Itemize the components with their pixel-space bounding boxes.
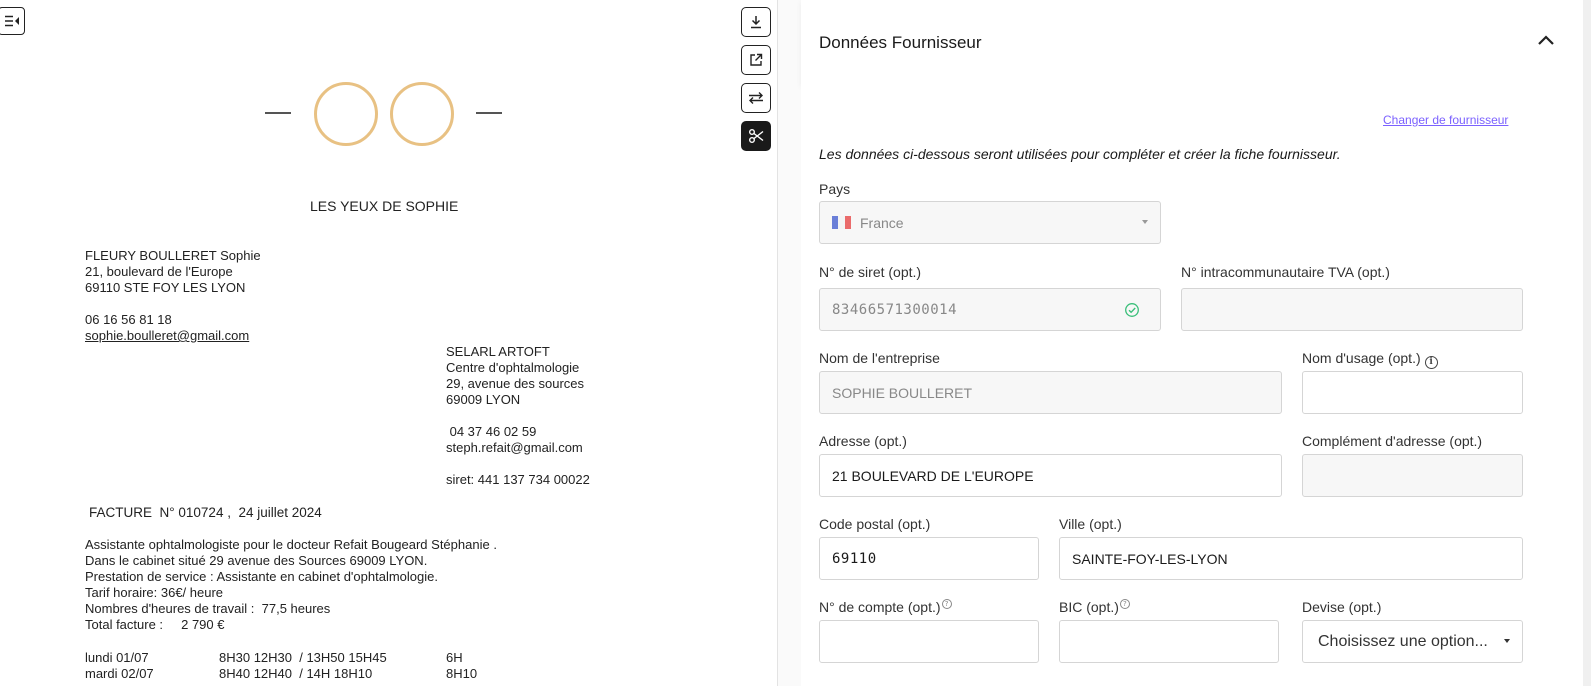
schedule-total: 8H10 (446, 666, 478, 681)
currency-label: Devise (opt.) (1302, 599, 1382, 615)
recipient-line2: 29, avenue des sources (446, 376, 585, 391)
sender-phone: 06 16 56 81 18 (85, 312, 172, 327)
body-line: Total facture : 2 790 € (85, 617, 225, 632)
scrollbar[interactable] (1583, 0, 1591, 686)
sender-email[interactable]: sophie.boulleret@gmail.com (85, 328, 249, 344)
caret-down-icon (1142, 220, 1148, 224)
account-label-text: N° de compte (opt.) (819, 599, 941, 615)
usage-name-label-text: Nom d'usage (opt.) (1302, 350, 1421, 366)
address2-label: Complément d'adresse (opt.) (1302, 433, 1483, 449)
scissors-icon (749, 129, 764, 143)
company-field[interactable]: SOPHIE BOULLERET (819, 371, 1282, 414)
country-select[interactable]: France (819, 201, 1161, 244)
body-line: Prestation de service : Assistante en ca… (85, 569, 438, 584)
body-line: Dans le cabinet situé 29 avenue des Sour… (85, 553, 428, 568)
address-label: Adresse (opt.) (819, 433, 907, 449)
swap-button[interactable] (741, 83, 771, 113)
usage-name-label: Nom d'usage (opt.) i (1302, 350, 1438, 369)
france-flag-icon (832, 216, 851, 229)
split-button[interactable] (741, 121, 771, 151)
recipient-name: SELARL ARTOFT (446, 344, 550, 359)
siret-label: N° de siret (opt.) (819, 264, 922, 280)
city-value: SAINTE-FOY-LES-LYON (1072, 550, 1228, 567)
vat-label: N° intracommunautaire TVA (opt.) (1181, 264, 1390, 280)
supplier-panel: Données Fournisseur Changer de fournisse… (778, 0, 1591, 686)
schedule-day: lundi 01/07 (85, 650, 149, 665)
bic-label: BIC (opt.)? (1059, 599, 1130, 615)
swap-icon (749, 92, 763, 104)
logo-ring-right (390, 82, 454, 146)
logo-dash-left (265, 112, 291, 114)
address-field[interactable]: 21 BOULEVARD DE L'EUROPE (819, 454, 1282, 497)
postal-label: Code postal (opt.) (819, 516, 931, 532)
info-icon[interactable]: i (1424, 356, 1438, 369)
download-icon (751, 16, 761, 29)
address-value: 21 BOULEVARD DE L'EUROPE (832, 467, 1034, 484)
sidebar-toggle-button[interactable] (0, 7, 25, 35)
account-label: N° de compte (opt.)? (819, 599, 952, 615)
bic-label-text: BIC (opt.) (1059, 599, 1119, 615)
chevron-up-icon[interactable] (1537, 32, 1555, 50)
account-field[interactable] (819, 620, 1039, 663)
panel-body: Changer de fournisseur Les données ci-de… (801, 85, 1583, 686)
external-link-icon (750, 53, 763, 66)
body-line: Nombres d'heures de travail : 77,5 heure… (85, 601, 331, 616)
currency-placeholder: Choisissez une option... (1318, 632, 1488, 650)
recipient-line1: Centre d'ophtalmologie (446, 360, 580, 375)
schedule-hours: 8H30 12H30 / 13H50 15H45 (219, 650, 387, 665)
recipient-phone: 04 37 46 02 59 (446, 424, 537, 439)
company-label: Nom de l'entreprise (819, 350, 940, 366)
check-circle-icon (1125, 303, 1139, 317)
sender-name: FLEURY BOULLERET Sophie (85, 248, 261, 263)
usage-name-field[interactable] (1302, 371, 1523, 414)
panel-title: Données Fournisseur (819, 33, 982, 52)
caret-down-icon (1504, 639, 1510, 643)
logo-dash-right (476, 112, 502, 114)
city-label: Ville (opt.) (1059, 516, 1122, 532)
city-field[interactable]: SAINTE-FOY-LES-LYON (1059, 537, 1523, 580)
intro-text: Les données ci-dessous seront utilisées … (819, 146, 1341, 162)
sender-address1: 21, boulevard de l'Europe (85, 264, 233, 279)
panel-header[interactable]: Données Fournisseur (801, 0, 1583, 85)
help-icon[interactable]: ? (941, 599, 952, 609)
schedule-hours: 8H40 12H40 / 14H 18H10 (219, 666, 373, 681)
currency-select[interactable]: Choisissez une option... (1302, 620, 1523, 663)
country-value: France (860, 214, 904, 231)
body-line: Tarif horaire: 36€/ heure (85, 585, 224, 600)
recipient-email: steph.refait@gmail.com (446, 440, 583, 455)
bic-field[interactable] (1059, 620, 1279, 663)
company-value: SOPHIE BOULLERET (832, 384, 973, 401)
change-supplier-link[interactable]: Changer de fournisseur (1383, 113, 1508, 127)
postal-field[interactable]: 69110 (819, 537, 1039, 580)
document-viewer: LES YEUX DE SOPHIE FLEURY BOULLERET Soph… (0, 0, 778, 686)
invoice-title: FACTURE N° 010724 , 24 juillet 2024 (89, 505, 322, 520)
siret-value: 83466571300014 (832, 301, 958, 318)
schedule-day: mardi 02/07 (85, 666, 154, 681)
recipient-line3: 69009 LYON (446, 392, 521, 407)
sender-address2: 69110 STE FOY LES LYON (85, 280, 246, 295)
body-line: Assistante ophtalmologiste pour le docte… (85, 537, 497, 552)
shop-name: LES YEUX DE SOPHIE (310, 198, 459, 214)
country-label: Pays (819, 181, 851, 197)
postal-value: 69110 (832, 550, 877, 567)
sidebar-toggle-icon (4, 15, 19, 27)
vat-field[interactable] (1181, 288, 1523, 331)
schedule-total: 6H (446, 650, 463, 665)
logo-ring-left (314, 82, 378, 146)
help-icon[interactable]: ? (1119, 599, 1130, 609)
download-button[interactable] (741, 7, 771, 37)
siret-field[interactable]: 83466571300014 (819, 288, 1161, 331)
open-external-button[interactable] (741, 45, 771, 75)
recipient-siret: siret: 441 137 734 00022 (446, 472, 590, 487)
address2-field[interactable] (1302, 454, 1523, 497)
